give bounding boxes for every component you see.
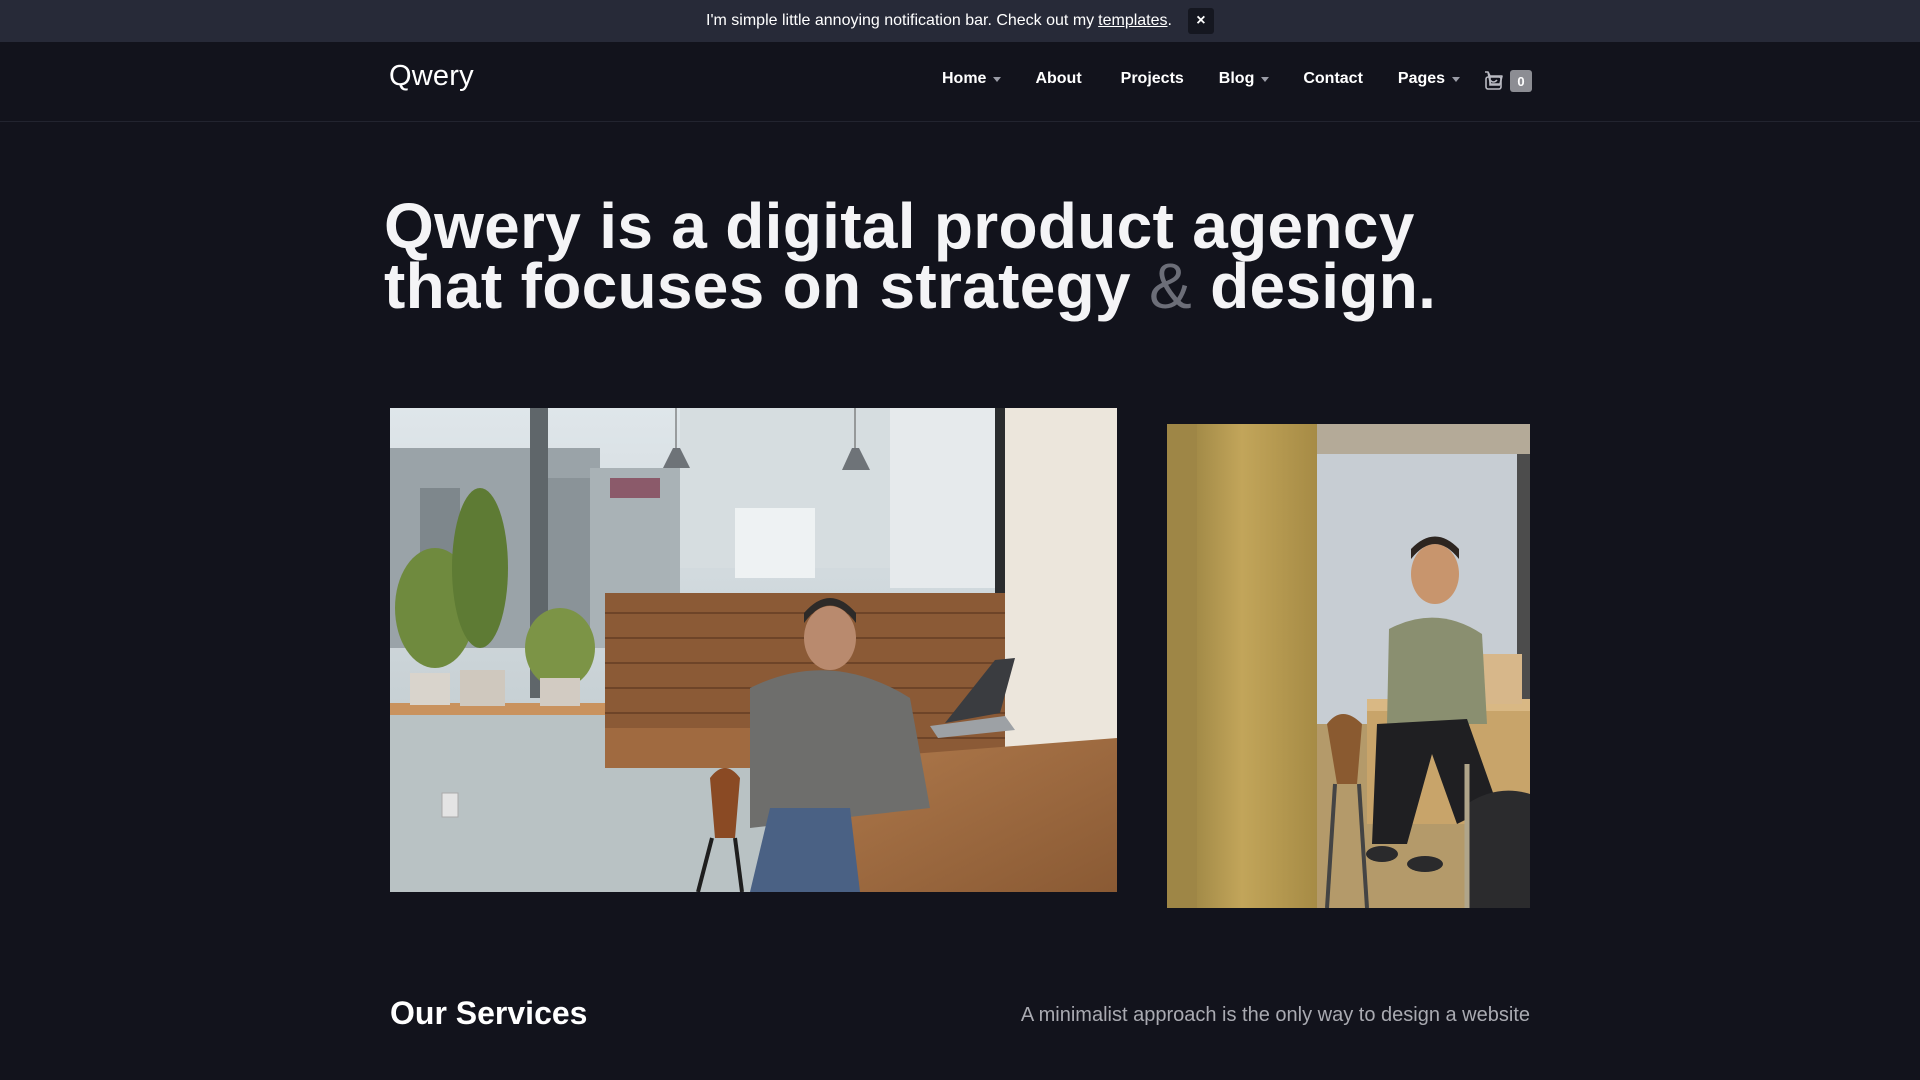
notification-suffix: . xyxy=(1167,12,1172,29)
hero-line-2b: design. xyxy=(1210,250,1437,322)
cart-button[interactable]: 0 xyxy=(1483,70,1532,92)
chevron-down-icon xyxy=(1452,76,1461,82)
cart-icon xyxy=(1483,70,1504,92)
hero-ampersand: & xyxy=(1149,250,1193,322)
nav-label-about: About xyxy=(1035,70,1082,87)
hero-image-office xyxy=(1167,424,1530,908)
nav-label-blog: Blog xyxy=(1218,70,1255,87)
site-header: Qwery Home About Projects Blog Contact P… xyxy=(0,42,1920,122)
close-notification-button[interactable]: × xyxy=(1187,8,1214,34)
nav-label-pages: Pages xyxy=(1397,70,1446,87)
notification-message: I'm simple little annoying notification … xyxy=(706,12,1095,29)
main-nav: Home About Projects Blog Contact Pages xyxy=(942,70,1461,88)
hero-heading: Qwery is a digital product agency that f… xyxy=(384,194,1534,318)
nav-item-home[interactable]: Home xyxy=(942,70,1002,88)
close-icon: × xyxy=(1196,12,1206,29)
nav-item-pages[interactable]: Pages xyxy=(1397,70,1461,88)
hero-image-cafe xyxy=(390,408,1117,892)
services-subtitle: A minimalist approach is the only way to… xyxy=(1020,1004,1530,1026)
services-title: Our Services xyxy=(390,995,588,1031)
nav-label-projects: Projects xyxy=(1120,70,1184,87)
cart-count-badge: 0 xyxy=(1510,70,1532,92)
nav-item-projects[interactable]: Projects xyxy=(1121,70,1184,88)
notification-bar: I'm simple little annoying notification … xyxy=(0,0,1920,42)
nav-item-about[interactable]: About xyxy=(1035,70,1081,88)
nav-item-contact[interactable]: Contact xyxy=(1303,70,1363,88)
chevron-down-icon xyxy=(1261,76,1270,82)
nav-label-home: Home xyxy=(942,70,987,87)
chevron-down-icon xyxy=(993,76,1002,82)
nav-label-contact: Contact xyxy=(1303,70,1363,87)
hero-line-2a: that focuses on strategy xyxy=(384,250,1131,322)
site-logo[interactable]: Qwery xyxy=(389,60,474,93)
nav-item-blog[interactable]: Blog xyxy=(1219,70,1270,88)
templates-link[interactable]: templates xyxy=(1098,12,1167,30)
